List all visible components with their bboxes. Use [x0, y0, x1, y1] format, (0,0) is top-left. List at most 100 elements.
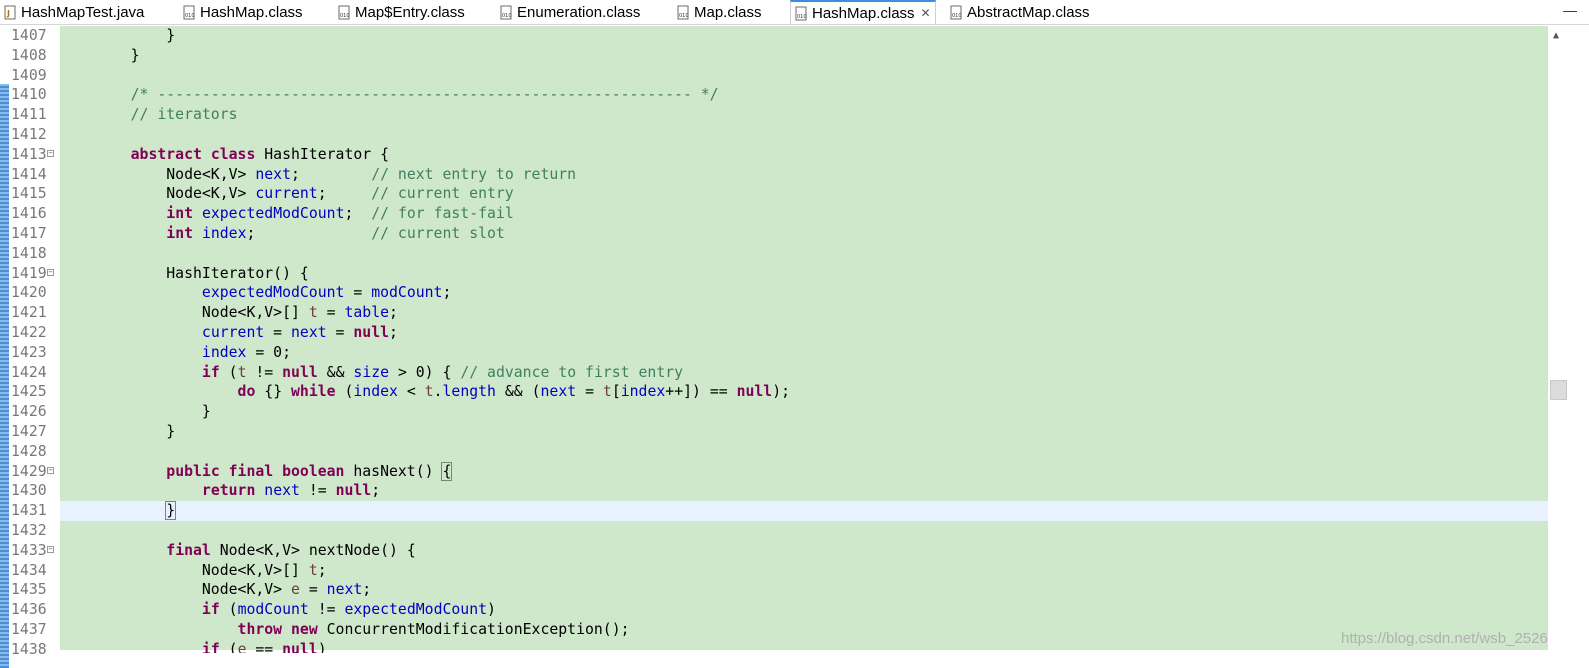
line-number: 1430	[11, 482, 47, 500]
code-line[interactable]: 1423 index = 0;	[0, 343, 1548, 363]
code-line[interactable]: 1424 if (t != null && size > 0) { // adv…	[0, 363, 1548, 383]
code-text[interactable]: expectedModCount = modCount;	[60, 283, 1548, 303]
code-line[interactable]: 1417 int index; // current slot	[0, 224, 1548, 244]
code-line[interactable]: 1410 /* --------------------------------…	[0, 85, 1548, 105]
vertical-scrollbar[interactable]: ▲	[1548, 26, 1568, 650]
code-line[interactable]: 1434 Node<K,V>[] t;	[0, 561, 1548, 581]
code-text[interactable]	[60, 125, 1548, 145]
code-text[interactable]: do {} while (index < t.length && (next =…	[60, 382, 1548, 402]
minimize-icon[interactable]: —	[1563, 2, 1577, 18]
code-line[interactable]: 1414 Node<K,V> next; // next entry to re…	[0, 165, 1548, 185]
code-text[interactable]	[60, 521, 1548, 541]
code-line[interactable]: 1421 Node<K,V>[] t = table;	[0, 303, 1548, 323]
code-line[interactable]: 1432	[0, 521, 1548, 541]
code-line[interactable]: 1408 }	[0, 46, 1548, 66]
code-line[interactable]: 1429− public final boolean hasNext() {	[0, 461, 1548, 482]
fold-toggle-icon[interactable]: −	[47, 545, 54, 553]
code-text[interactable]: if (modCount != expectedModCount)	[60, 600, 1548, 620]
code-line[interactable]: 1426 }	[0, 402, 1548, 422]
code-token: {}	[255, 383, 292, 401]
code-text[interactable]: if (t != null && size > 0) { // advance …	[60, 363, 1548, 383]
code-text[interactable]: Node<K,V> current; // current entry	[60, 184, 1548, 204]
line-number: 1436	[11, 601, 47, 619]
line-number: 1437	[11, 620, 47, 638]
code-text[interactable]	[60, 442, 1548, 462]
code-line[interactable]: 1422 current = next = null;	[0, 323, 1548, 343]
code-text[interactable]: Node<K,V>[] t;	[60, 561, 1548, 581]
code-text[interactable]: abstract class HashIterator {	[60, 145, 1548, 165]
code-line[interactable]: 1419− HashIterator() {	[0, 264, 1548, 284]
code-text[interactable]: Node<K,V>[] t = table;	[60, 303, 1548, 323]
fold-toggle-icon[interactable]: −	[47, 466, 54, 474]
code-text[interactable]: final Node<K,V> nextNode() {	[60, 541, 1548, 561]
code-text[interactable]: int index; // current slot	[60, 224, 1548, 244]
code-text[interactable]: public final boolean hasNext() {	[60, 461, 1548, 482]
code-line[interactable]: 1433− final Node<K,V> nextNode() {	[0, 541, 1548, 561]
fold-toggle-icon[interactable]: −	[47, 268, 54, 276]
code-token: ;	[317, 185, 372, 203]
code-text[interactable]: int expectedModCount; // for fast-fail	[60, 204, 1548, 224]
code-text[interactable]: Node<K,V> e = next;	[60, 580, 1548, 600]
code-token: null	[335, 482, 372, 500]
scroll-thumb[interactable]	[1550, 380, 1567, 400]
code-line[interactable]: 1416 int expectedModCount; // for fast-f…	[0, 204, 1548, 224]
code-text[interactable]: }	[60, 46, 1548, 66]
line-number: 1418	[11, 244, 47, 262]
close-icon[interactable]: ✕	[921, 6, 931, 20]
code-line[interactable]: 1411 // iterators	[0, 105, 1548, 125]
code-line[interactable]: 1407 }	[0, 26, 1548, 46]
code-line[interactable]: 1412	[0, 125, 1548, 145]
code-line[interactable]: 1431 }	[0, 501, 1548, 521]
code-line[interactable]: 1420 expectedModCount = modCount;	[0, 283, 1548, 303]
class-file-icon: 010	[500, 5, 513, 20]
horizontal-scrollbar[interactable]	[60, 653, 1548, 668]
code-text[interactable]: return next != null;	[60, 481, 1548, 501]
code-line[interactable]: 1435 Node<K,V> e = next;	[0, 580, 1548, 600]
tab-hashmap-class-active[interactable]: 010 HashMap.class ✕	[790, 0, 936, 24]
tab-hashmaptest-java[interactable]: J HashMapTest.java	[4, 0, 144, 24]
code-line[interactable]: 1428	[0, 442, 1548, 462]
code-line[interactable]: 1418	[0, 244, 1548, 264]
tab-abstractmap-class[interactable]: 010 AbstractMap.class	[950, 0, 1090, 24]
scroll-up-icon[interactable]: ▲	[1553, 30, 1559, 41]
code-token: e	[291, 581, 300, 599]
code-line[interactable]: 1425 do {} while (index < t.length && (n…	[0, 382, 1548, 402]
code-text[interactable]: }	[60, 422, 1548, 442]
code-token: modCount	[371, 284, 443, 302]
code-text[interactable]: // iterators	[60, 105, 1548, 125]
code-token: > 0) {	[389, 363, 461, 381]
code-text[interactable]: index = 0;	[60, 343, 1548, 363]
code-token: }	[95, 403, 211, 421]
fold-toggle-icon[interactable]: −	[47, 149, 54, 157]
code-editor[interactable]: 1407 } 1408 } 1409 1410 /* ----------------…	[0, 26, 1589, 668]
tab-map-entry-class[interactable]: 010 Map$Entry.class	[338, 0, 465, 24]
code-line[interactable]: 1437 throw new ConcurrentModificationExc…	[0, 620, 1548, 640]
code-line[interactable]: 1427 }	[0, 422, 1548, 442]
code-line[interactable]: 1430 return next != null;	[0, 481, 1548, 501]
code-text[interactable]: }	[60, 501, 1548, 521]
code-line[interactable]: 1436 if (modCount != expectedModCount)	[0, 600, 1548, 620]
svg-text:010: 010	[797, 14, 807, 20]
code-text[interactable]: current = next = null;	[60, 323, 1548, 343]
tab-hashmap-class[interactable]: 010 HashMap.class	[183, 0, 303, 24]
class-file-icon: 010	[183, 5, 196, 20]
svg-text:010: 010	[340, 13, 350, 19]
code-text[interactable]: }	[60, 26, 1548, 46]
code-text[interactable]: HashIterator() {	[60, 264, 1548, 284]
code-text[interactable]: throw new ConcurrentModificationExceptio…	[60, 620, 1548, 640]
code-line[interactable]: 1409	[0, 66, 1548, 86]
code-text[interactable]: }	[60, 402, 1548, 422]
code-line[interactable]: 1413− abstract class HashIterator {	[0, 145, 1548, 165]
code-text[interactable]: Node<K,V> next; // next entry to return	[60, 165, 1548, 185]
code-text[interactable]	[60, 244, 1548, 264]
tab-enumeration-class[interactable]: 010 Enumeration.class	[500, 0, 640, 24]
code-line[interactable]: 1415 Node<K,V> current; // current entry	[0, 184, 1548, 204]
code-token: next	[264, 482, 300, 500]
code-token: Node<K,V>[]	[95, 561, 309, 579]
tab-map-class[interactable]: 010 Map.class	[677, 0, 762, 24]
code-text[interactable]	[60, 66, 1548, 86]
code-text[interactable]: /* -------------------------------------…	[60, 85, 1548, 105]
code-token: }	[165, 501, 177, 521]
